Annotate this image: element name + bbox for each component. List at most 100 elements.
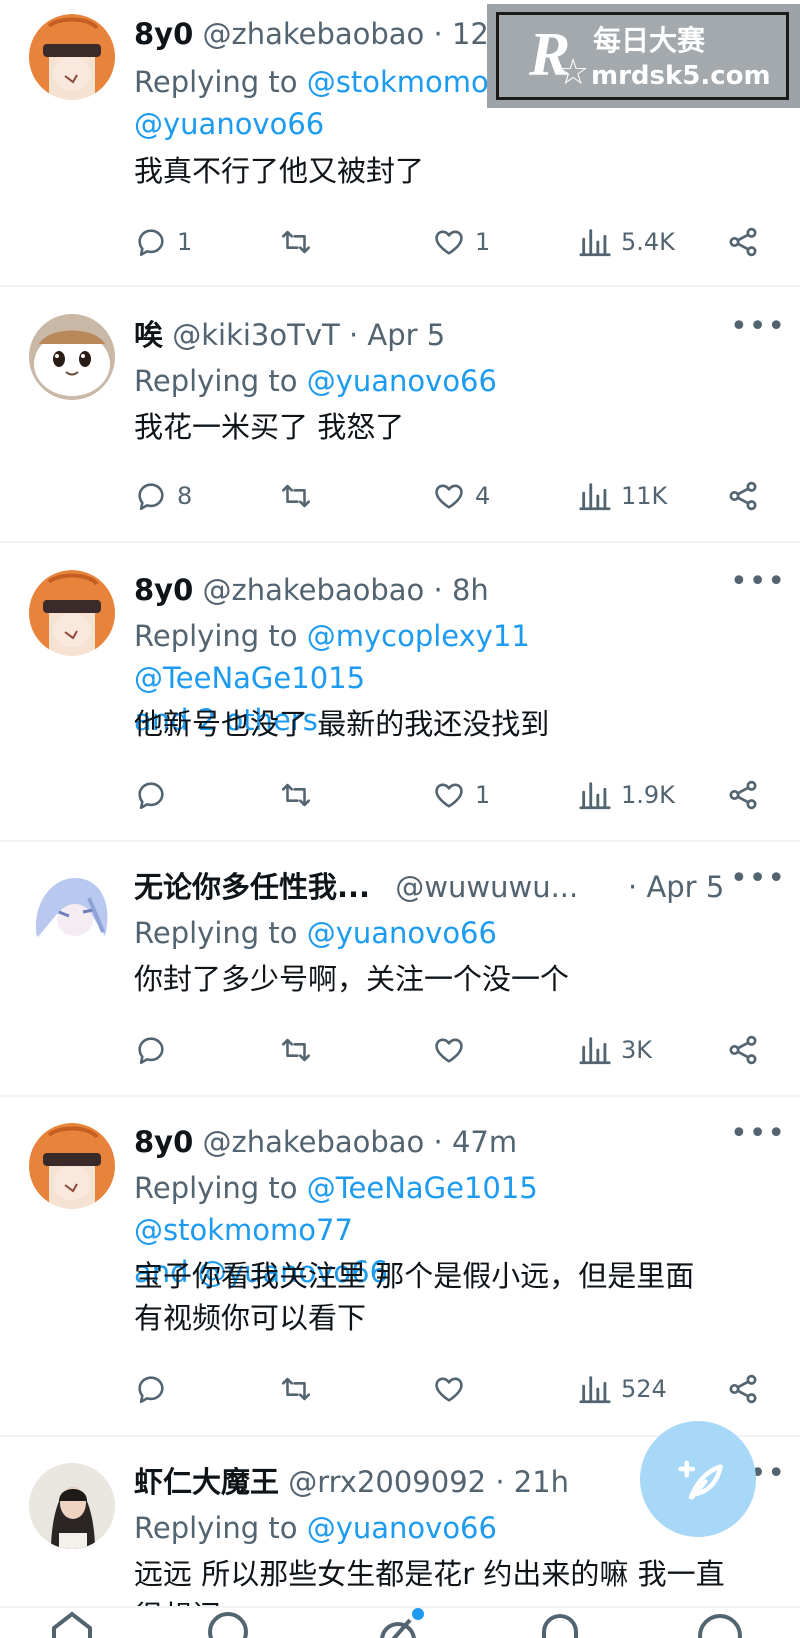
avatar[interactable]: [29, 1123, 115, 1209]
share-button[interactable]: [726, 1030, 760, 1070]
replying-to-label: Replying to: [134, 1171, 298, 1205]
share-button[interactable]: [726, 222, 760, 262]
timestamp[interactable]: 21h: [514, 1465, 569, 1499]
grok-icon[interactable]: [374, 1608, 426, 1638]
messages-icon[interactable]: [694, 1608, 746, 1638]
separator: ·: [433, 17, 443, 51]
avatar[interactable]: [29, 1463, 115, 1549]
separator: ·: [348, 318, 359, 352]
author-name[interactable]: 8y0: [134, 1125, 193, 1159]
author-handle[interactable]: @kiki3oTvT: [172, 318, 340, 352]
repost-icon: [279, 225, 313, 259]
mention-link[interactable]: @yuanovo66: [307, 916, 497, 950]
repost-button[interactable]: [279, 775, 322, 815]
mention-link[interactable]: @yuanovo66: [307, 364, 497, 398]
tweet-card[interactable]: 无论你多任性我... @wuwuwu... · Apr 5 ••• Replyi…: [0, 844, 800, 1097]
replying-to-label: Replying to: [134, 916, 298, 950]
reply-button[interactable]: [134, 1369, 177, 1409]
tweet-actions: 3K: [134, 1030, 770, 1070]
views-icon: [578, 1033, 612, 1067]
watermark: R ☆ 每日大赛 mrdsk5.com: [487, 4, 800, 108]
replying-to: Replying to @yuanovo66: [134, 360, 760, 402]
author-handle[interactable]: @zhakebaobao: [202, 17, 424, 51]
timestamp[interactable]: 47m: [452, 1125, 517, 1159]
tweet-card[interactable]: 8y0 @zhakebaobao · 8h ••• Replying to @m…: [0, 545, 800, 842]
home-icon[interactable]: [46, 1608, 98, 1638]
author-handle[interactable]: @zhakebaobao: [202, 573, 424, 607]
author-name[interactable]: 虾仁大魔王: [134, 1465, 279, 1499]
reply-button[interactable]: 1: [134, 222, 192, 262]
share-icon: [726, 225, 760, 259]
repost-icon: [279, 479, 313, 513]
author-handle[interactable]: @zhakebaobao: [202, 1125, 424, 1159]
heart-icon: [432, 778, 466, 812]
replying-to-label: Replying to: [134, 364, 298, 398]
author-name[interactable]: 8y0: [134, 573, 193, 607]
star-icon: ☆: [557, 52, 590, 93]
like-button[interactable]: [432, 1030, 475, 1070]
views-button[interactable]: 11K: [578, 476, 667, 516]
share-button[interactable]: [726, 1369, 760, 1409]
author-handle[interactable]: @rrx2009092: [288, 1465, 486, 1499]
views-icon: [578, 778, 612, 812]
replying-to-label: Replying to: [134, 619, 298, 653]
like-button[interactable]: 1: [432, 222, 490, 262]
views-button[interactable]: 524: [578, 1369, 667, 1409]
like-count: 4: [475, 482, 491, 510]
more-options-icon[interactable]: •••: [730, 312, 785, 347]
separator: ·: [495, 1465, 505, 1499]
reply-button[interactable]: 8: [134, 476, 192, 516]
compose-icon: [678, 1460, 723, 1500]
avatar[interactable]: [29, 314, 115, 400]
mention-link[interactable]: @yuanovo66: [134, 107, 324, 141]
view-count: 5.4K: [621, 228, 675, 256]
avatar[interactable]: [29, 868, 115, 954]
compose-button[interactable]: [640, 1421, 756, 1537]
author-handle[interactable]: @wuwuwu...: [395, 870, 578, 904]
tweet-text: 他新号也没了 最新的我还没找到: [134, 707, 550, 741]
reply-icon: [134, 778, 168, 812]
like-button[interactable]: [432, 1369, 475, 1409]
reply-count: 8: [177, 482, 193, 510]
share-button[interactable]: [726, 476, 760, 516]
share-icon: [726, 479, 760, 513]
author-name[interactable]: 无论你多任性我...: [134, 870, 370, 904]
timestamp[interactable]: Apr 5: [646, 870, 724, 904]
tweet-text: 你封了多少号啊，关注一个没一个: [134, 962, 570, 996]
notifications-icon[interactable]: [534, 1608, 586, 1638]
view-count: 11K: [621, 482, 668, 510]
tweet-card[interactable]: 唉 @kiki3oTvT · Apr 5 ••• Replying to @yu…: [0, 289, 800, 543]
like-button[interactable]: 1: [432, 775, 490, 815]
timestamp[interactable]: 8h: [452, 573, 489, 607]
tweet-actions: 8 4 11K: [134, 476, 770, 516]
more-options-icon[interactable]: •••: [730, 1119, 785, 1154]
reply-icon: [134, 225, 168, 259]
view-count: 3K: [621, 1036, 653, 1064]
share-button[interactable]: [726, 775, 760, 815]
author-name[interactable]: 唉: [134, 318, 163, 352]
views-button[interactable]: 3K: [578, 1030, 652, 1070]
tweet-card[interactable]: 8y0 @zhakebaobao · 47m ••• Replying to @…: [0, 1099, 800, 1437]
watermark-frame: R ☆ 每日大赛 mrdsk5.com: [496, 12, 789, 100]
like-button[interactable]: 4: [432, 476, 490, 516]
repost-button[interactable]: [279, 1030, 322, 1070]
separator: ·: [433, 1125, 443, 1159]
author-name[interactable]: 8y0: [134, 17, 193, 51]
repost-button[interactable]: [279, 476, 322, 516]
repost-button[interactable]: [279, 1369, 322, 1409]
views-button[interactable]: 5.4K: [578, 222, 675, 262]
view-count: 524: [621, 1375, 667, 1403]
more-options-icon[interactable]: •••: [730, 864, 785, 899]
share-icon: [726, 1372, 760, 1406]
avatar[interactable]: [29, 570, 115, 656]
replying-to-label: Replying to: [134, 1511, 298, 1545]
avatar[interactable]: [29, 14, 115, 100]
repost-button[interactable]: [279, 222, 322, 262]
search-icon[interactable]: [204, 1608, 256, 1638]
mention-link[interactable]: @yuanovo66: [307, 1511, 497, 1545]
reply-button[interactable]: [134, 1030, 177, 1070]
views-button[interactable]: 1.9K: [578, 775, 675, 815]
reply-button[interactable]: [134, 775, 177, 815]
more-options-icon[interactable]: •••: [730, 567, 785, 602]
timestamp[interactable]: Apr 5: [367, 318, 445, 352]
